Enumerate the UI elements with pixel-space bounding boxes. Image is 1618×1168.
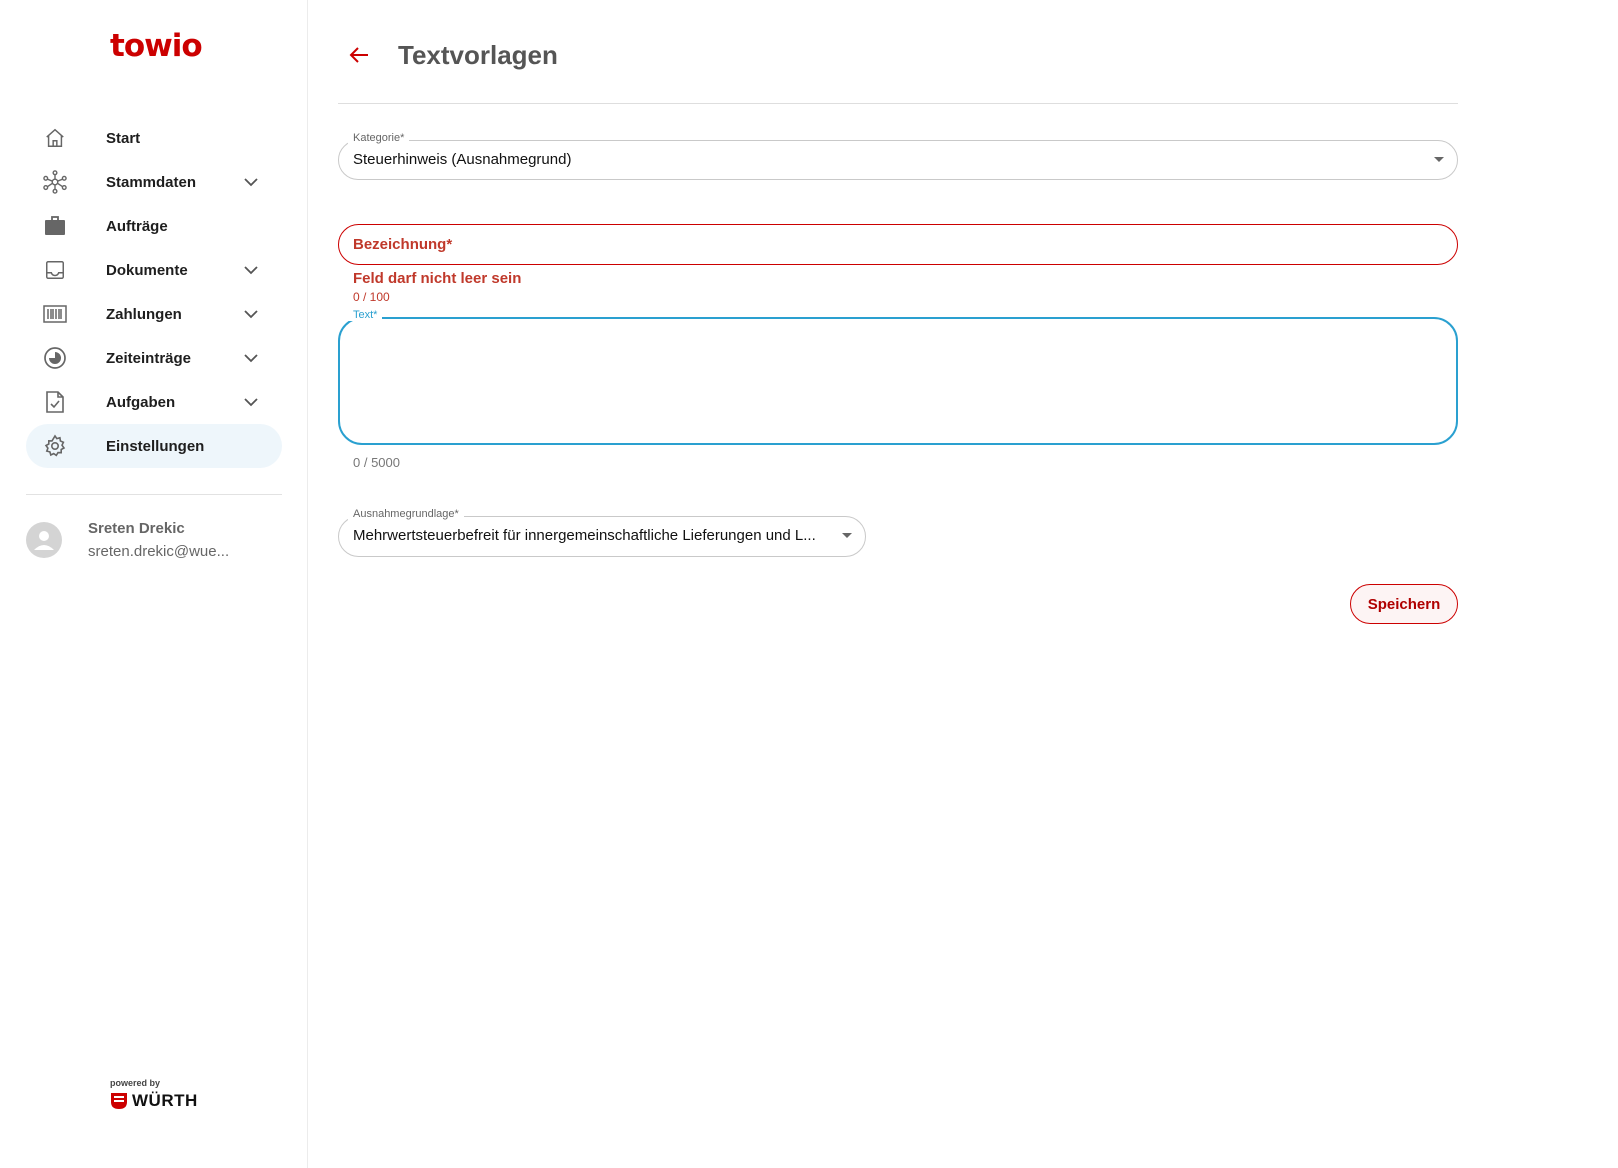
wurth-emblem-icon [111,1093,127,1109]
sidebar-item-zahlungen[interactable]: Zahlungen [26,292,282,336]
chevron-down-icon[interactable] [242,393,260,411]
dropdown-arrow-icon [1434,157,1444,162]
page-header: Textvorlagen [338,30,1458,104]
sidebar-item-stammdaten[interactable]: Stammdaten [26,160,282,204]
bezeichnung-label: Bezeichnung* [353,236,453,253]
powered-by-logo: powered by WÜRTH [110,1078,198,1111]
ausnahmegrundlage-value: Mehrwertsteuerbefreit für innergemeinsch… [353,527,816,544]
sidebar-item-zeiteintraege[interactable]: Zeiteinträge [26,336,282,380]
sidebar-item-start[interactable]: Start [26,116,282,160]
text-textarea[interactable] [350,329,1440,429]
briefcase-icon [43,214,67,238]
gear-icon [43,434,67,458]
chevron-down-icon[interactable] [242,173,260,191]
sidebar-item-label: Aufgaben [106,393,176,411]
sidebar-item-auftraege[interactable]: Aufträge [26,204,282,248]
sidebar-item-aufgaben[interactable]: Aufgaben [26,380,282,424]
towio-logo[interactable]: towio [110,28,203,64]
powered-by-label: powered by [110,1078,161,1088]
sidebar: towio Start Stammdaten Aufträge Dokument… [0,0,308,1168]
sidebar-item-label: Zahlungen [106,305,182,323]
sidebar-nav: Start Stammdaten Aufträge Dokumente Zahl… [26,116,282,468]
text-char-counter: 0 / 5000 [353,455,400,470]
task-document-icon [43,390,67,414]
chevron-down-icon[interactable] [242,305,260,323]
field-outline [338,224,1458,265]
text-label: Text* [348,309,383,321]
bezeichnung-char-counter: 0 / 100 [353,290,390,304]
inbox-icon [43,258,67,282]
sidebar-item-label: Dokumente [106,261,188,279]
wurth-logo: WÜRTH [110,1091,198,1111]
sidebar-item-einstellungen[interactable]: Einstellungen [26,424,282,468]
user-name: Sreten Drekic [88,520,185,537]
sidebar-divider [26,494,282,495]
back-arrow-icon[interactable] [346,42,372,68]
bezeichnung-field[interactable]: Bezeichnung* [338,224,1458,265]
sidebar-item-label: Aufträge [106,217,168,235]
sidebar-item-dokumente[interactable]: Dokumente [26,248,282,292]
ausnahmegrundlage-select[interactable]: Ausnahmegrundlage* Mehrwertsteuerbefreit… [338,508,866,557]
bezeichnung-error-message: Feld darf nicht leer sein [353,270,522,287]
chevron-down-icon[interactable] [242,349,260,367]
sidebar-item-label: Stammdaten [106,173,197,191]
sidebar-item-label: Zeiteinträge [106,349,192,367]
kategorie-label: Kategorie* [348,132,410,144]
page-title: Textvorlagen [398,40,558,70]
user-profile[interactable]: Sreten Drekic sreten.drekic@wue... [26,518,296,568]
home-icon [43,126,67,150]
network-icon [43,170,67,194]
sidebar-item-label: Start [106,129,141,147]
ausnahmegrundlage-label: Ausnahmegrundlage* [348,508,464,520]
dropdown-arrow-icon [842,533,852,538]
sidebar-item-label: Einstellungen [106,437,205,455]
kategorie-value: Steuerhinweis (Ausnahmegrund) [353,151,572,168]
text-field[interactable]: Text* [338,309,1458,445]
save-button[interactable]: Speichern [1350,584,1458,624]
avatar [26,522,62,558]
barcode-icon [43,302,67,326]
user-email: sreten.drekic@wue... [88,543,230,560]
wurth-brand-text: WÜRTH [132,1091,198,1110]
clock-icon [43,346,67,370]
chevron-down-icon[interactable] [242,261,260,279]
kategorie-select[interactable]: Kategorie* Steuerhinweis (Ausnahmegrund) [338,132,1458,180]
